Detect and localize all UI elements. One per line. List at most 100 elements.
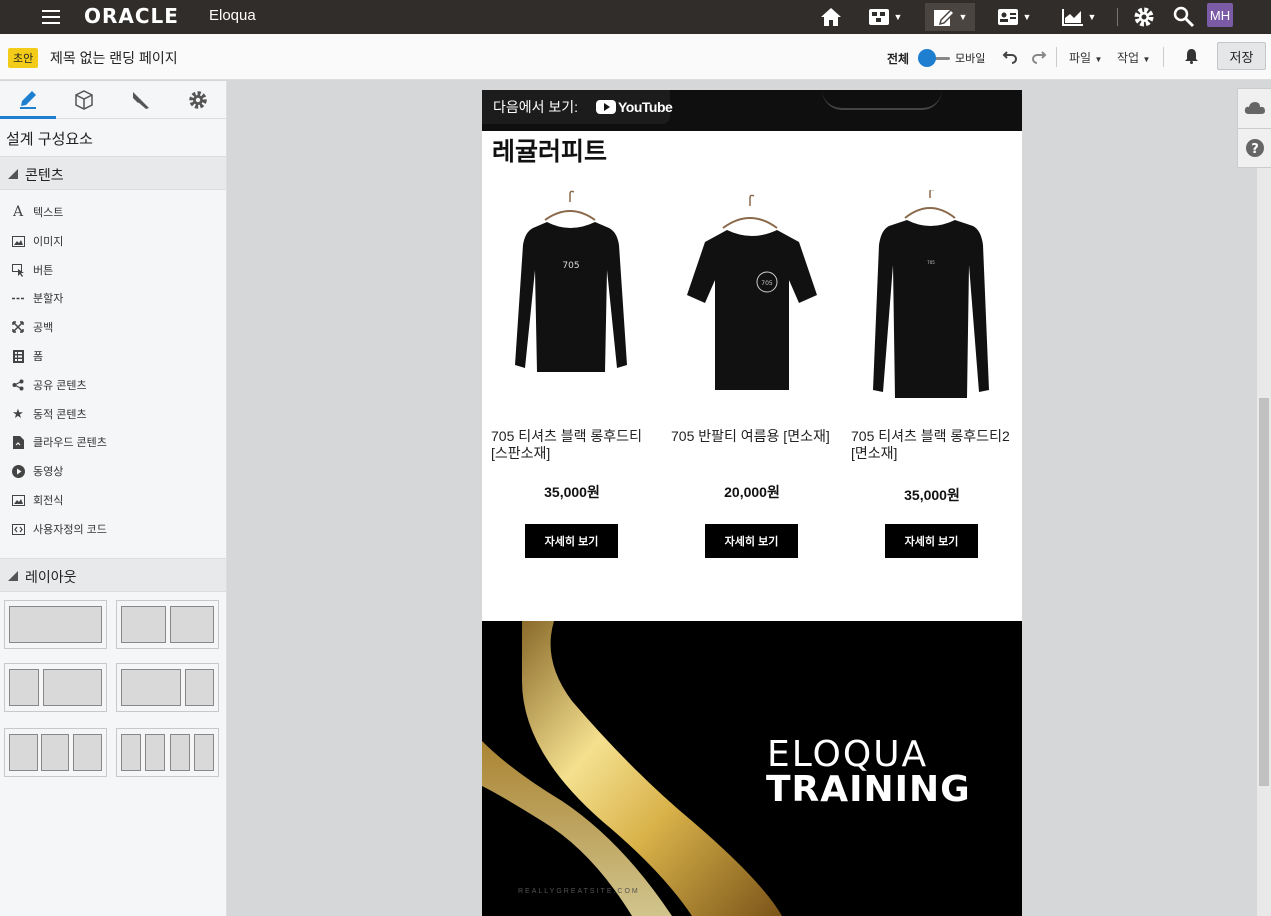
status-badge: 초안: [8, 48, 39, 68]
landing-page-preview[interactable]: 다음에서 보기: YouTube 레귤러피트 705 705 티셔츠 블랙 롱후…: [482, 90, 1022, 916]
form-icon: [10, 349, 26, 363]
undo-icon[interactable]: [1002, 48, 1018, 68]
hamburger-menu-icon[interactable]: [42, 6, 60, 26]
cloud-content-icon: [10, 435, 26, 449]
component-carousel[interactable]: 회전식: [10, 490, 63, 510]
divider: [1163, 47, 1164, 67]
product-image[interactable]: 705: [485, 190, 655, 415]
avatar[interactable]: MH: [1207, 3, 1233, 27]
svg-text:?: ?: [1251, 142, 1259, 157]
product-price: 35,000원: [904, 487, 960, 503]
component-cloud-content[interactable]: 클라우드 콘텐츠: [10, 432, 107, 452]
assets-menu[interactable]: ▼: [925, 3, 975, 31]
style-tab[interactable]: [113, 81, 169, 119]
save-button[interactable]: 저장: [1217, 42, 1266, 70]
layout-three-column[interactable]: [4, 728, 107, 777]
product-card-3: 705: [845, 188, 1015, 420]
youtube-wordmark: YouTube: [618, 99, 673, 115]
cloud-icon[interactable]: [1238, 89, 1271, 127]
divider: [1117, 8, 1118, 26]
component-label: 사용자정의 코드: [33, 524, 107, 536]
file-menu[interactable]: 파일 ▼: [1069, 49, 1102, 66]
product-card-1: 705: [485, 190, 655, 420]
analytics-menu[interactable]: ▼: [1058, 3, 1100, 31]
cube-icon: [75, 90, 93, 110]
component-dynamic-content[interactable]: ★ 동적 콘텐츠: [10, 404, 86, 424]
product-detail-button[interactable]: 자세히 보기: [705, 524, 798, 558]
youtube-play-icon: [596, 100, 616, 114]
layout-narrow-wide[interactable]: [4, 663, 107, 712]
chevron-down-icon: ▼: [1022, 12, 1032, 22]
component-button[interactable]: 버튼: [10, 260, 53, 280]
design-tab[interactable]: [0, 81, 56, 119]
file-menu-label: 파일: [1069, 51, 1092, 65]
shirt-collar-graphic: [822, 90, 942, 110]
action-menu[interactable]: 작업 ▼: [1117, 49, 1150, 66]
component-divider[interactable]: 분할자: [10, 288, 63, 308]
banner-heading-line2: TRAINING: [766, 769, 971, 810]
bell-icon[interactable]: [1184, 48, 1199, 68]
panel-tabs: [0, 81, 226, 119]
edit-icon: [933, 8, 955, 26]
product-name: 705 티셔츠 블랙 롱후드티 [스판소재]: [491, 428, 642, 461]
redo-icon[interactable]: [1031, 48, 1047, 68]
product-image[interactable]: 705: [665, 190, 835, 415]
product-detail-button[interactable]: 자세히 보기: [885, 524, 978, 558]
banner-website: REALLYGREATSITE.COM: [518, 888, 640, 895]
product-section-title[interactable]: 레귤러피트: [492, 132, 607, 168]
device-view-toggle[interactable]: [918, 49, 952, 67]
chevron-down-icon: ▼: [958, 12, 968, 22]
scrollbar-thumb[interactable]: [1259, 398, 1269, 786]
search-icon[interactable]: [1171, 3, 1197, 31]
section-label: 콘텐츠: [25, 167, 64, 183]
layout-one-column[interactable]: [4, 600, 107, 649]
layout-wide-narrow[interactable]: [116, 663, 219, 712]
layout-four-column[interactable]: [116, 728, 219, 777]
view-mobile-label[interactable]: 모바일: [955, 50, 985, 66]
product-detail-button[interactable]: 자세히 보기: [525, 524, 618, 558]
canvas-scrollbar[interactable]: [1257, 168, 1271, 916]
divider: [1056, 47, 1057, 67]
product-image[interactable]: 705: [845, 188, 1015, 415]
component-label: 동영상: [33, 466, 64, 478]
chevron-down-icon: ▼: [1094, 55, 1103, 64]
component-image[interactable]: 이미지: [10, 231, 63, 251]
page-title[interactable]: 제목 없는 랜딩 페이지: [50, 48, 178, 68]
layout-two-column[interactable]: [116, 600, 219, 649]
components-tab[interactable]: [56, 81, 112, 119]
contacts-menu[interactable]: ▼: [993, 3, 1035, 31]
eloqua-training-banner[interactable]: ELOQUA TRAINING REALLYGREATSITE.COM: [482, 621, 1022, 916]
analytics-icon: [1061, 9, 1083, 26]
chevron-down-icon: ▼: [893, 12, 903, 22]
product-name: 705 티셔츠 블랙 롱후드티2 [면소재]: [851, 428, 1010, 461]
campaigns-menu[interactable]: ▼: [864, 3, 906, 31]
help-icon[interactable]: ?: [1238, 128, 1271, 166]
spacer-icon: [10, 320, 26, 334]
home-icon[interactable]: [818, 3, 844, 31]
youtube-video-embed[interactable]: 다음에서 보기: YouTube: [482, 90, 1022, 131]
layout-section-header[interactable]: 레이아웃: [0, 558, 226, 592]
code-icon: [10, 522, 26, 536]
settings-tab[interactable]: [170, 81, 226, 119]
component-spacer[interactable]: 공백: [10, 317, 53, 337]
image-icon: [10, 234, 26, 248]
component-label: 공백: [33, 322, 54, 334]
collapse-triangle-icon: [8, 571, 18, 581]
component-label: 버튼: [33, 265, 54, 277]
chevron-down-icon: ▼: [1142, 55, 1151, 64]
component-form[interactable]: 폼: [10, 346, 43, 366]
content-section-header[interactable]: 콘텐츠: [0, 156, 226, 190]
text-icon: A: [12, 204, 24, 220]
divider-icon: [10, 291, 26, 305]
shirt-print: 705: [761, 280, 773, 287]
component-custom-code[interactable]: 사용자정의 코드: [10, 519, 107, 539]
gear-icon[interactable]: [1131, 3, 1157, 31]
product-price: 20,000원: [724, 484, 780, 500]
component-label: 폼: [33, 351, 44, 363]
view-all-label[interactable]: 전체: [887, 50, 909, 67]
collapse-triangle-icon: [8, 169, 18, 179]
watch-on-youtube-link[interactable]: 다음에서 보기: YouTube: [482, 90, 673, 124]
component-shared-content[interactable]: 공유 콘텐츠: [10, 375, 87, 395]
component-text[interactable]: A 텍스트: [10, 202, 63, 222]
component-video[interactable]: 동영상: [10, 461, 63, 481]
